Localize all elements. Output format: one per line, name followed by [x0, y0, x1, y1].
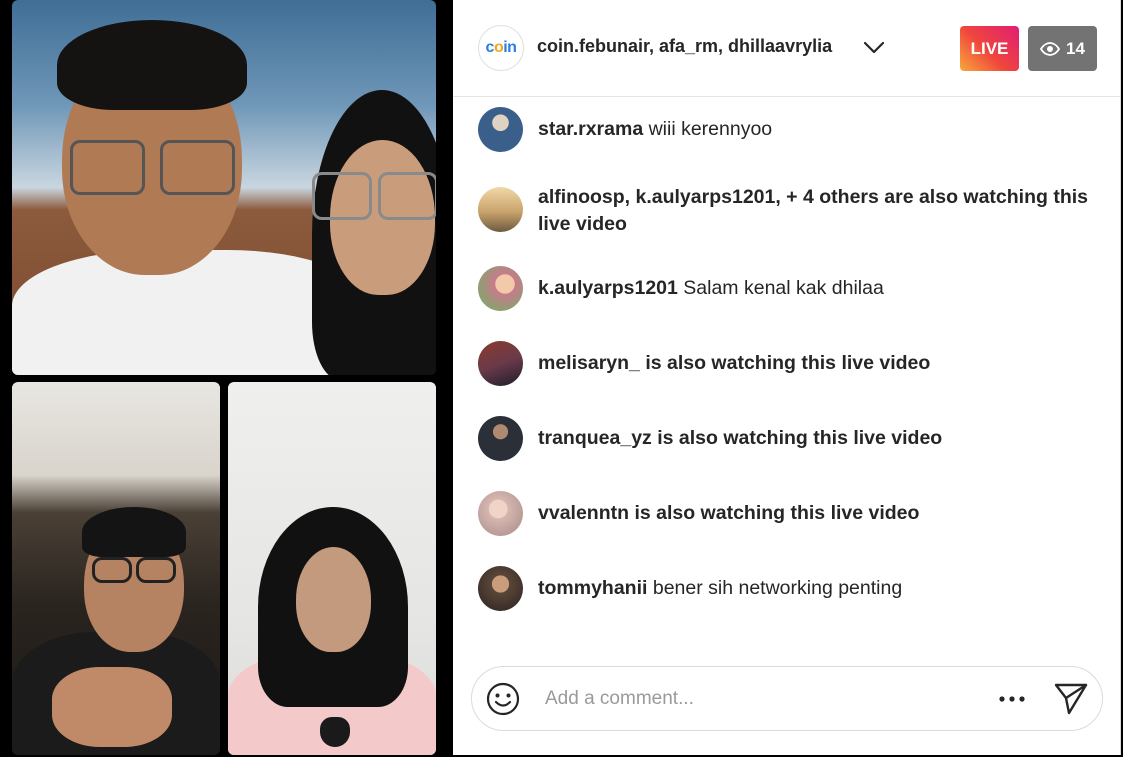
- emoji-icon[interactable]: [485, 681, 521, 717]
- list-item: vvalenntn is also watching this live vid…: [478, 491, 1108, 536]
- person-hair: [82, 507, 186, 557]
- send-icon[interactable]: [1052, 681, 1090, 717]
- avatar[interactable]: [478, 491, 523, 536]
- video-tile-host[interactable]: [12, 0, 436, 375]
- glasses-icon: [312, 172, 372, 220]
- video-tile-guest-2[interactable]: [228, 382, 436, 755]
- logo-text: c: [485, 39, 495, 56]
- person-hair: [57, 20, 247, 110]
- live-badge: LIVE: [960, 26, 1019, 71]
- live-video-grid: [0, 0, 453, 757]
- glasses-icon: [70, 140, 145, 195]
- glasses-icon: [160, 140, 235, 195]
- live-header: c o in coin.febunair, afa_rm, dhillaavryli…: [453, 0, 1121, 97]
- glasses-icon: [378, 172, 436, 220]
- eye-icon: [1040, 41, 1061, 56]
- avatar[interactable]: [478, 187, 523, 232]
- comment-input[interactable]: [545, 685, 965, 713]
- cat-print: [320, 717, 350, 747]
- comment-username[interactable]: star.rxrama: [538, 118, 643, 140]
- more-options-icon[interactable]: [995, 685, 1029, 713]
- list-item: melisaryn_ is also watching this live vi…: [478, 341, 1108, 386]
- viewer-count: 14: [1066, 38, 1085, 58]
- live-label: LIVE: [970, 38, 1009, 58]
- live-side-panel: c o in coin.febunair, afa_rm, dhillaavryli…: [453, 0, 1121, 755]
- list-item: tommyhanii bener sih networking penting: [478, 566, 1108, 611]
- host-avatar[interactable]: c o in: [478, 25, 524, 71]
- glasses-icon: [136, 557, 176, 583]
- join-notice: tranquea_yz is also watching this live v…: [538, 427, 943, 449]
- list-item: k.aulyarps1201 Salam kenal kak dhilaa: [478, 266, 1108, 311]
- join-notice: vvalenntn is also watching this live vid…: [538, 502, 920, 524]
- comment-text: wiii kerennyoo: [648, 118, 773, 140]
- viewer-count-badge[interactable]: 14: [1028, 26, 1097, 71]
- host-names[interactable]: coin.febunair, afa_rm, dhillaavrylia: [537, 36, 832, 57]
- avatar[interactable]: [478, 566, 523, 611]
- join-notice: alfinoosp, k.aulyarps1201, + 4 others ar…: [538, 186, 1088, 235]
- list-item: alfinoosp, k.aulyarps1201, + 4 others ar…: [478, 186, 1108, 238]
- video-tile-guest-1[interactable]: [12, 382, 220, 755]
- comment-list: star.rxrama wiii kerennyoo alfinoosp, k.…: [453, 97, 1121, 657]
- list-item: tranquea_yz is also watching this live v…: [478, 416, 1108, 461]
- avatar[interactable]: [478, 416, 523, 461]
- comment-text: Salam kenal kak dhilaa: [683, 277, 884, 299]
- avatar[interactable]: [478, 341, 523, 386]
- glasses-icon: [92, 557, 132, 583]
- chevron-down-icon[interactable]: [862, 37, 886, 59]
- join-notice: melisaryn_ is also watching this live vi…: [538, 352, 931, 374]
- comment-text: bener sih networking penting: [652, 577, 903, 599]
- logo-text: o: [493, 39, 504, 56]
- list-item: star.rxrama wiii kerennyoo: [478, 107, 1108, 152]
- avatar[interactable]: [478, 107, 523, 152]
- logo-text: in: [503, 39, 517, 56]
- comment-composer: [471, 666, 1103, 731]
- comment-username[interactable]: tommyhanii: [538, 577, 647, 599]
- comment-username[interactable]: k.aulyarps1201: [538, 277, 678, 299]
- avatar[interactable]: [478, 266, 523, 311]
- person-head: [296, 547, 371, 652]
- hand: [52, 667, 172, 747]
